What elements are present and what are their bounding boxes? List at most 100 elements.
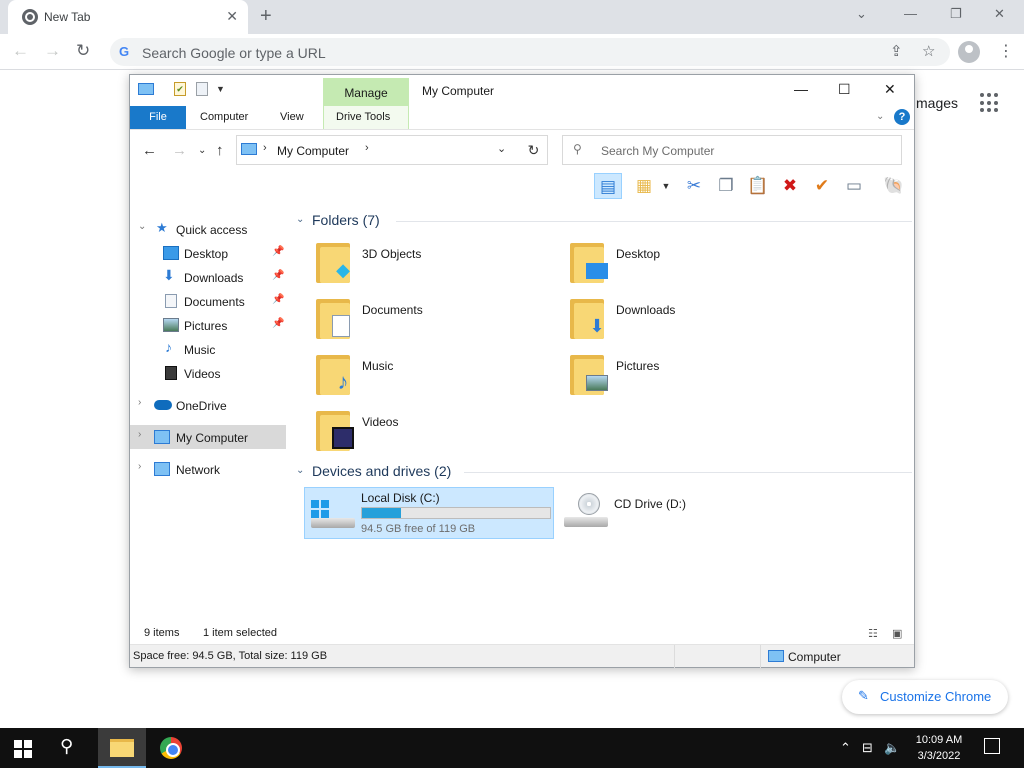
omnibox[interactable]: G Search Google or type a URL ⇪ ☆ (110, 38, 950, 66)
expanded-chevron-icon[interactable]: ⌄ (138, 221, 146, 232)
sidebar-item-music[interactable]: ♪ Music (130, 337, 286, 361)
documents-icon (316, 299, 350, 341)
large-icons-view-icon[interactable]: ▣ (892, 627, 902, 640)
network-status-icon[interactable]: ⊟ (862, 740, 873, 756)
ribbon-tab-computer[interactable]: Computer (200, 111, 248, 123)
drive-tile-local-disk-c[interactable]: Local Disk (C:) 94.5 GB free of 119 GB (304, 487, 554, 539)
drive-label: Local Disk (C:) (361, 491, 440, 505)
address-dropdown-icon[interactable]: ⌄ (497, 142, 506, 155)
explorer-minimize-button[interactable]: — (794, 81, 808, 97)
breadcrumb-chevron-icon[interactable]: › (263, 142, 267, 154)
explorer-close-button[interactable]: ✕ (884, 81, 896, 98)
navigation-pane-icon[interactable]: ▤ (594, 173, 622, 199)
pin-icon[interactable]: 📌 (272, 318, 284, 329)
pin-icon[interactable]: 📌 (272, 246, 284, 257)
forward-arrow-icon[interactable]: → (172, 142, 187, 159)
details-view-icon[interactable]: ☷ (868, 627, 878, 640)
show-hidden-icons-chevron-icon[interactable]: ⌃ (840, 740, 851, 756)
folder-tile-downloads[interactable]: ⬇ Downloads (546, 297, 796, 351)
sidebar-item-downloads[interactable]: ⬇ Downloads 📌 (130, 265, 286, 289)
chrome-icon (160, 737, 182, 759)
restore-window-button[interactable]: ❐ (950, 6, 962, 22)
view-dropdown-icon[interactable]: ▼ (652, 173, 680, 199)
volume-icon[interactable]: 🔈 (884, 740, 900, 756)
breadcrumb-my-computer[interactable]: My Computer (277, 144, 349, 158)
sidebar-item-onedrive[interactable]: › OneDrive (130, 393, 286, 417)
ribbon-tab-file[interactable]: File (130, 106, 186, 129)
folder-tile-documents[interactable]: Documents (292, 297, 542, 351)
sidebar-item-network[interactable]: › Network (130, 457, 286, 481)
minimize-window-button[interactable]: — (904, 6, 917, 21)
reload-icon[interactable]: ↻ (76, 41, 90, 61)
refresh-button[interactable]: ↻ (520, 135, 548, 165)
shell-icon[interactable]: 🐚 (880, 173, 908, 199)
paste-icon[interactable]: 📋 (744, 173, 772, 199)
ribbon-tab-view[interactable]: View (280, 111, 304, 123)
collapsed-chevron-icon[interactable]: › (138, 461, 141, 472)
customize-chrome-button[interactable]: ✎ Customize Chrome (842, 680, 1008, 714)
sidebar-item-quick-access[interactable]: ⌄ ★ Quick access (130, 217, 286, 241)
devices-group-header[interactable]: ⌄ Devices and drives (2) (296, 463, 912, 483)
tab-search-icon[interactable]: ⌄ (856, 6, 867, 22)
sidebar-item-videos[interactable]: Videos (130, 361, 286, 385)
ribbon-tab-drive-tools[interactable]: Drive Tools (336, 111, 390, 123)
folders-group-header[interactable]: ⌄ Folders (7) (296, 212, 912, 232)
collapse-chevron-icon[interactable]: ⌄ (296, 214, 304, 225)
sidebar-item-documents[interactable]: Documents 📌 (130, 289, 286, 313)
new-folder-icon[interactable] (196, 82, 208, 96)
collapse-chevron-icon[interactable]: ⌄ (296, 465, 304, 476)
system-clock[interactable]: 10:09 AM 3/3/2022 (908, 732, 970, 764)
images-link[interactable]: mages (916, 95, 958, 111)
search-box[interactable]: ⚲ Search My Computer (562, 135, 902, 165)
up-arrow-icon[interactable]: ↑ (216, 142, 224, 159)
clock-date: 3/3/2022 (917, 750, 961, 762)
search-icon[interactable]: ⚲ (60, 736, 73, 757)
explorer-maximize-button[interactable]: ☐ (838, 81, 851, 98)
breadcrumb-chevron-icon[interactable]: › (365, 142, 369, 154)
profile-avatar-icon[interactable] (958, 41, 980, 63)
recent-locations-chevron-icon[interactable]: ⌄ (198, 145, 206, 156)
computer-icon (241, 143, 257, 155)
rename-checkmark-icon[interactable]: ✔ (808, 173, 836, 199)
sidebar-item-pictures[interactable]: Pictures 📌 (130, 313, 286, 337)
folder-tile-pictures[interactable]: Pictures (546, 353, 796, 407)
forward-icon[interactable]: → (44, 41, 61, 61)
collapsed-chevron-icon[interactable]: › (138, 397, 141, 408)
bookmark-star-icon[interactable]: ☆ (922, 42, 935, 60)
chrome-tab-new-tab[interactable]: New Tab ✕ (8, 0, 248, 34)
back-arrow-icon[interactable]: ← (142, 142, 157, 159)
help-icon[interactable]: ? (894, 109, 910, 125)
chrome-tabstrip: New Tab ✕ + ⌄ — ❐ ✕ (0, 0, 1024, 34)
customize-qat-dropdown-icon[interactable]: ▼ (216, 84, 225, 94)
collapsed-chevron-icon[interactable]: › (138, 429, 141, 440)
windows-start-icon[interactable] (14, 740, 32, 758)
taskbar-chrome[interactable] (148, 728, 196, 768)
sidebar-item-desktop[interactable]: Desktop 📌 (130, 241, 286, 265)
folder-tile-music[interactable]: ♪ Music (292, 353, 542, 407)
delete-icon[interactable]: ✖ (776, 173, 804, 199)
folder-tile-3d-objects[interactable]: ◆ 3D Objects (292, 241, 542, 295)
drive-tile-cd-drive-d[interactable]: CD Drive (D:) (558, 487, 808, 539)
folder-tile-desktop[interactable]: Desktop (546, 241, 796, 295)
pin-icon[interactable]: 📌 (272, 270, 284, 281)
google-apps-icon[interactable] (980, 93, 1000, 113)
properties-icon[interactable]: ✔ (174, 82, 186, 96)
pin-icon[interactable]: 📌 (272, 294, 284, 305)
new-tab-button[interactable]: + (260, 5, 272, 28)
close-tab-icon[interactable]: ✕ (226, 8, 238, 25)
close-window-button[interactable]: ✕ (994, 6, 1005, 22)
notification-center-icon[interactable] (984, 738, 1000, 754)
computer-icon[interactable] (138, 83, 154, 95)
sidebar-item-my-computer[interactable]: › My Computer (130, 425, 286, 449)
expand-ribbon-chevron-icon[interactable]: ⌄ (876, 111, 884, 122)
share-icon[interactable]: ⇪ (890, 42, 903, 60)
chrome-menu-icon[interactable]: ⋮ (998, 41, 1014, 61)
back-icon[interactable]: ← (12, 41, 29, 61)
details-divider (760, 645, 761, 668)
copy-icon[interactable]: ❐ (712, 173, 740, 199)
taskbar-file-explorer[interactable] (98, 728, 146, 768)
properties-card-icon[interactable]: ▭ (840, 173, 868, 199)
folder-tile-videos[interactable]: Videos (292, 409, 542, 463)
address-bar[interactable]: › My Computer › ⌄ (236, 135, 548, 165)
cut-icon[interactable]: ✂ (680, 173, 708, 199)
